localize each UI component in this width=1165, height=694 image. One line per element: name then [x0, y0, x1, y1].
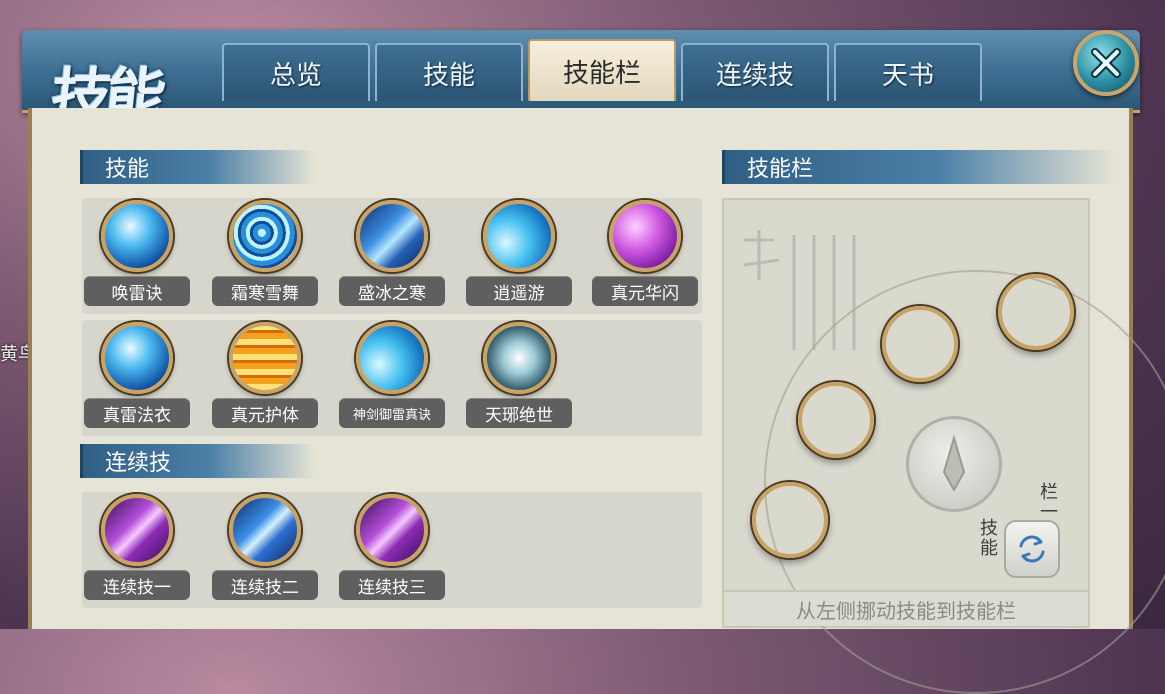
sword-icon: [942, 434, 966, 493]
tab-overview[interactable]: 总览: [222, 43, 370, 101]
attack-button[interactable]: [906, 416, 1002, 512]
combo-label: 连续技一: [84, 570, 190, 600]
tab-combo[interactable]: 连续技: [681, 43, 829, 101]
skill-slot[interactable]: 真雷法衣: [84, 322, 194, 434]
skill-slot[interactable]: 天琊绝世: [466, 322, 576, 434]
tab-skills[interactable]: 技能: [375, 43, 523, 101]
wind-orb-icon: [483, 200, 555, 272]
skill-label: 天琊绝世: [466, 398, 572, 428]
skill-label: 唤雷诀: [84, 276, 190, 306]
skill-slot[interactable]: 霜寒雪舞: [212, 200, 322, 312]
golden-shield-orb-icon: [229, 322, 301, 394]
bar-slot-golden-shield-orb-icon[interactable]: [998, 274, 1074, 350]
lightning-orb-icon: [101, 200, 173, 272]
skill-panel: 技能 唤雷诀 霜寒雪舞 盛冰之寒 逍遥游 真元华闪 真雷法衣 真元护体 神剑御雷…: [28, 108, 1165, 694]
purple-crystal-orb-icon: [356, 494, 428, 566]
skill-label: 真雷法衣: [84, 398, 190, 428]
switch-label-1: 技能: [977, 518, 998, 558]
swap-arrows-icon: [1019, 535, 1045, 563]
switch-label-2: 栏一: [1037, 482, 1058, 522]
skill-slot[interactable]: 逍遥游: [466, 200, 576, 312]
skill-label: 霜寒雪舞: [212, 276, 318, 306]
tab-bar: 总览 技能 技能栏 连续技 天书: [222, 39, 987, 101]
skill-label: 神剑御雷真诀: [339, 398, 445, 428]
skill-label: 盛冰之寒: [339, 276, 445, 306]
skill-label: 真元华闪: [592, 276, 698, 306]
close-icon: [1091, 48, 1121, 78]
skill-bar-area: 技能 栏一 从左侧挪动技能到技能栏: [722, 198, 1165, 694]
skill-label: 逍遥游: [466, 276, 572, 306]
vortex-orb-icon: [229, 200, 301, 272]
skill-label: 真元护体: [212, 398, 318, 428]
bar-slot-lightning-orb-icon[interactable]: [752, 482, 828, 558]
purple-crystal-orb-icon: [101, 494, 173, 566]
bar-slot-purple-burst-orb-icon[interactable]: [882, 306, 958, 382]
skill-slot[interactable]: 盛冰之寒: [339, 200, 449, 312]
close-button[interactable]: [1073, 30, 1139, 96]
combo-slot[interactable]: 连续技二: [212, 494, 322, 606]
combo-slot[interactable]: 连续技三: [339, 494, 449, 606]
skill-slot[interactable]: 真元护体: [212, 322, 322, 434]
lightning-armor-orb-icon: [101, 322, 173, 394]
combo-label: 连续技二: [212, 570, 318, 600]
switch-bar-button[interactable]: [1004, 520, 1060, 578]
skill-slot[interactable]: 神剑御雷真诀: [339, 322, 449, 434]
section-combo-title: 连续技: [80, 444, 315, 478]
thunder-sword-orb-icon: [356, 322, 428, 394]
tab-skill-bar[interactable]: 技能栏: [528, 39, 676, 101]
purple-burst-orb-icon: [609, 200, 681, 272]
skill-slot[interactable]: 真元华闪: [592, 200, 702, 312]
totem-orb-icon: [483, 322, 555, 394]
section-bar-title: 技能栏: [722, 150, 1115, 184]
drag-hint-text: 从左侧挪动技能到技能栏: [724, 590, 1088, 626]
blue-crystal-orb-icon: [229, 494, 301, 566]
ice-orb-icon: [356, 200, 428, 272]
bar-slot-totem-orb-icon[interactable]: [798, 382, 874, 458]
combo-label: 连续技三: [339, 570, 445, 600]
combo-slot[interactable]: 连续技一: [84, 494, 194, 606]
section-skills-title: 技能: [80, 150, 315, 184]
skill-slot[interactable]: 唤雷诀: [84, 200, 194, 312]
tab-heavenly-book[interactable]: 天书: [834, 43, 982, 101]
